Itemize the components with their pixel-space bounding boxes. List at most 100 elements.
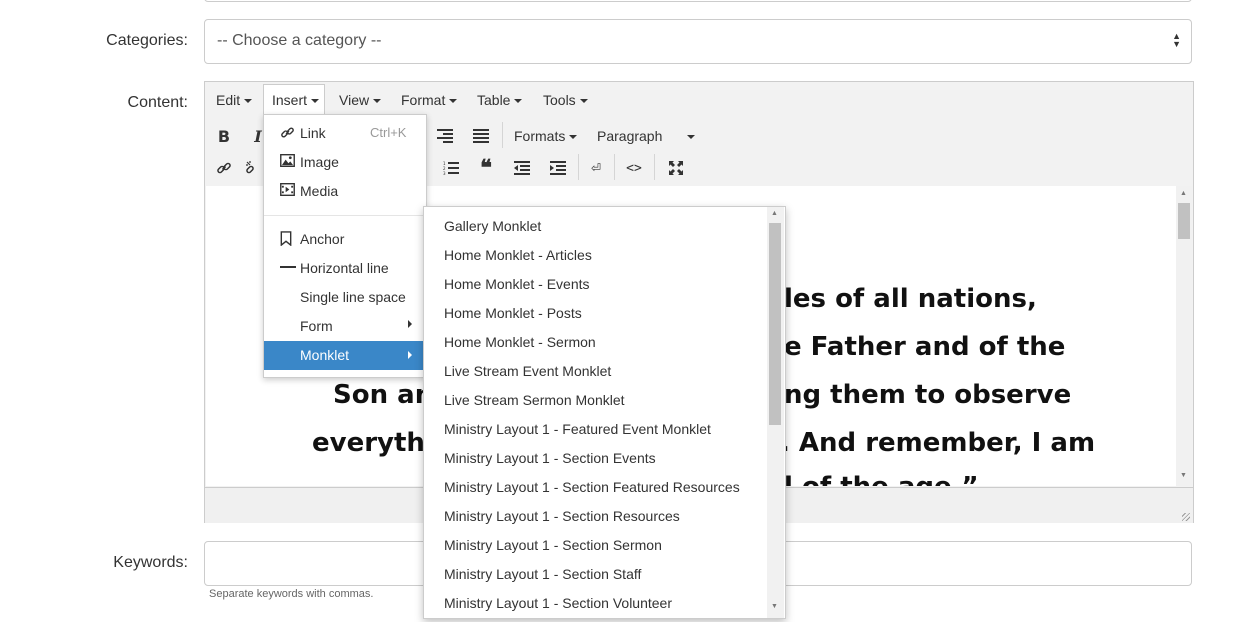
content-scrollbar[interactable]: ▲ ▼ bbox=[1176, 186, 1192, 486]
blockquote-icon[interactable]: ❝ bbox=[473, 155, 499, 181]
categories-selected-value: -- Choose a category -- bbox=[217, 32, 382, 49]
monklet-item[interactable]: Ministry Layout 1 - Section Events bbox=[444, 450, 656, 466]
align-right-icon[interactable] bbox=[432, 124, 458, 148]
fullscreen-icon[interactable] bbox=[663, 156, 689, 180]
scroll-up-icon[interactable]: ▲ bbox=[1180, 190, 1187, 197]
align-justify-icon[interactable] bbox=[468, 124, 494, 148]
insert-menu: Link Ctrl+K Image Media Anchor Horizonta… bbox=[263, 114, 427, 378]
scroll-thumb[interactable] bbox=[769, 223, 781, 425]
menu-item-label: Anchor bbox=[300, 231, 345, 247]
submenu-scrollbar[interactable]: ▲ ▼ bbox=[767, 207, 784, 618]
link-icon bbox=[280, 125, 296, 141]
content-line: Son an bbox=[333, 380, 434, 410]
monklet-item[interactable]: Ministry Layout 1 - Section Sermon bbox=[444, 537, 662, 553]
monklet-item[interactable]: Ministry Layout 1 - Section Resources bbox=[444, 508, 680, 524]
scroll-down-icon[interactable]: ▼ bbox=[1180, 472, 1187, 479]
numbered-list-icon[interactable]: 123 bbox=[438, 156, 464, 180]
menu-view-label: View bbox=[339, 92, 370, 108]
categories-select[interactable]: -- Choose a category -- ▲ ▼ bbox=[204, 19, 1192, 64]
monklet-item[interactable]: Gallery Monklet bbox=[444, 218, 541, 234]
outdent-icon[interactable] bbox=[509, 156, 535, 180]
bookmark-icon bbox=[280, 231, 296, 247]
paste-text-icon[interactable]: ⏎ bbox=[583, 156, 609, 180]
toolbar-separator bbox=[578, 154, 579, 180]
source-code-icon[interactable]: <> bbox=[621, 156, 647, 180]
insert-menu-item-monklet[interactable]: Monklet bbox=[264, 341, 426, 370]
monklet-item[interactable]: Ministry Layout 1 - Section Featured Res… bbox=[444, 479, 740, 495]
toolbar-separator bbox=[502, 122, 503, 148]
chevron-down-icon bbox=[514, 99, 523, 104]
unlink-icon[interactable] bbox=[245, 156, 263, 180]
menu-item-label: Media bbox=[300, 183, 339, 199]
scroll-down-icon[interactable]: ▼ bbox=[771, 603, 778, 610]
insert-menu-item-media[interactable]: Media bbox=[264, 177, 426, 206]
menu-view[interactable]: View bbox=[339, 92, 382, 108]
monklet-item[interactable]: Home Monklet - Events bbox=[444, 276, 590, 292]
formats-label: Formats bbox=[514, 128, 566, 144]
chevron-down-icon bbox=[311, 99, 320, 104]
keywords-hint: Separate keywords with commas. bbox=[209, 588, 374, 600]
resize-handle-icon[interactable] bbox=[1182, 513, 1190, 521]
formats-dropdown[interactable]: Formats bbox=[514, 128, 578, 144]
menu-format[interactable]: Format bbox=[401, 92, 458, 108]
toolbar-separator bbox=[614, 154, 615, 180]
content-line: les of all nations, bbox=[784, 284, 1037, 314]
monklet-item[interactable]: Home Monklet - Sermon bbox=[444, 334, 596, 350]
keywords-label: Keywords: bbox=[113, 554, 188, 571]
menu-edit[interactable]: Edit bbox=[216, 92, 253, 108]
horizontal-line-icon bbox=[280, 260, 296, 276]
insert-menu-item-single-line-space[interactable]: Single line space bbox=[264, 283, 426, 312]
chevron-down-icon bbox=[373, 99, 382, 104]
chevron-down-icon bbox=[244, 99, 253, 104]
select-arrows-icon: ▲ ▼ bbox=[1172, 31, 1181, 49]
chevron-right-icon bbox=[408, 320, 412, 328]
insert-menu-item-image[interactable]: Image bbox=[264, 148, 426, 177]
menu-item-label: Horizontal line bbox=[300, 260, 389, 276]
media-icon bbox=[280, 183, 296, 199]
image-icon bbox=[280, 154, 296, 170]
monklet-item[interactable]: Home Monklet - Posts bbox=[444, 305, 582, 321]
menu-insert[interactable]: Insert bbox=[272, 92, 320, 108]
insert-menu-item-form[interactable]: Form bbox=[264, 312, 426, 341]
scroll-thumb[interactable] bbox=[1178, 203, 1190, 239]
bold-label: B bbox=[217, 126, 231, 146]
menu-tools[interactable]: Tools bbox=[543, 92, 588, 108]
menu-table[interactable]: Table bbox=[477, 92, 523, 108]
indent-icon[interactable] bbox=[545, 156, 571, 180]
menu-tools-label: Tools bbox=[543, 92, 576, 108]
monklet-item[interactable]: Ministry Layout 1 - Section Staff bbox=[444, 566, 641, 582]
monklet-item[interactable]: Home Monklet - Articles bbox=[444, 247, 592, 263]
italic-label: I bbox=[254, 126, 262, 146]
menu-divider bbox=[264, 215, 426, 216]
content-line: everythi bbox=[312, 428, 434, 458]
monklet-item[interactable]: Ministry Layout 1 - Section Volunteer bbox=[444, 595, 672, 611]
menu-edit-label: Edit bbox=[216, 92, 241, 108]
block-format-dropdown[interactable]: Paragraph bbox=[597, 128, 701, 144]
menu-item-label: Form bbox=[300, 318, 333, 334]
menu-item-label: Image bbox=[300, 154, 339, 170]
monklet-item[interactable]: Live Stream Sermon Monklet bbox=[444, 392, 625, 408]
scroll-up-icon[interactable]: ▲ bbox=[771, 210, 778, 217]
insert-menu-item-link[interactable]: Link Ctrl+K bbox=[264, 119, 426, 148]
insert-menu-item-anchor[interactable]: Anchor bbox=[264, 225, 426, 254]
content-line: . And remember, I am bbox=[780, 428, 1096, 458]
monklet-item[interactable]: Live Stream Event Monklet bbox=[444, 363, 611, 379]
menu-format-label: Format bbox=[401, 92, 446, 108]
monklet-submenu: Gallery Monklet Home Monklet - Articles Ho… bbox=[423, 206, 786, 619]
link-icon[interactable] bbox=[211, 156, 237, 180]
paragraph-label: Paragraph bbox=[597, 128, 663, 144]
chevron-right-icon bbox=[408, 351, 412, 359]
chevron-down-icon bbox=[579, 99, 588, 104]
monklet-item[interactable]: Ministry Layout 1 - Featured Event Monkl… bbox=[444, 421, 711, 437]
chevron-down-icon bbox=[687, 135, 695, 139]
menu-item-label: Monklet bbox=[300, 347, 350, 363]
content-line: ng them to observe bbox=[784, 380, 1072, 410]
menu-item-label: Link bbox=[300, 125, 326, 141]
bold-button[interactable]: B bbox=[211, 124, 237, 148]
menu-table-label: Table bbox=[477, 92, 511, 108]
content-label: Content: bbox=[127, 94, 188, 111]
menu-insert-label: Insert bbox=[272, 92, 308, 108]
previous-field[interactable] bbox=[204, 0, 1192, 2]
svg-text:3: 3 bbox=[443, 171, 446, 175]
insert-menu-item-horizontal-line[interactable]: Horizontal line bbox=[264, 254, 426, 283]
